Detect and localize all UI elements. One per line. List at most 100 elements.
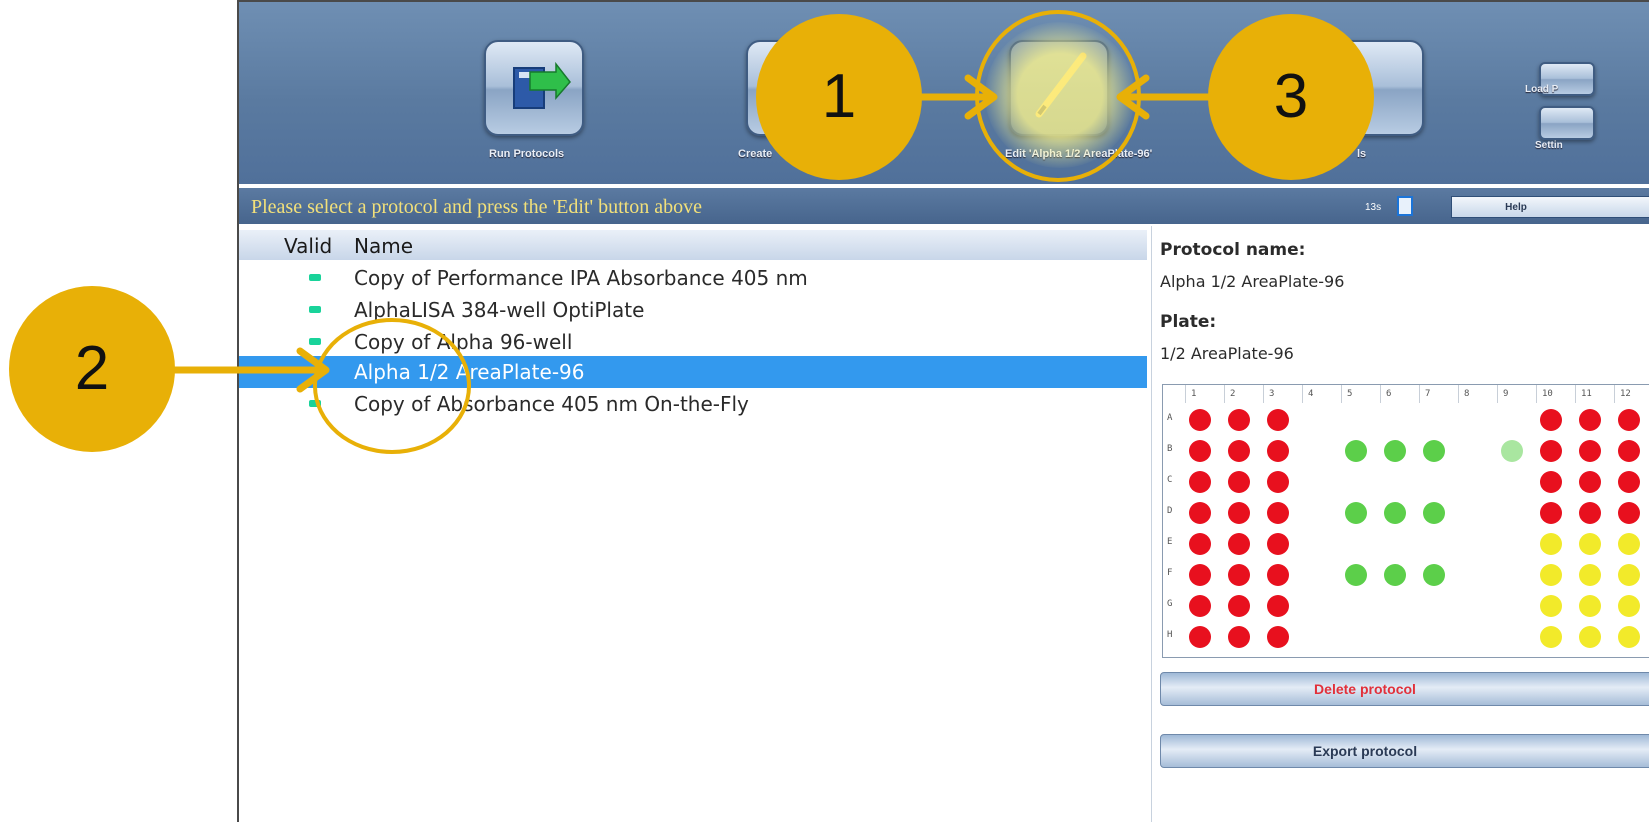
plate-well[interactable] xyxy=(1267,595,1289,617)
plate-well[interactable] xyxy=(1618,564,1640,586)
plate-well[interactable] xyxy=(1618,409,1640,431)
plate-well[interactable] xyxy=(1540,533,1562,555)
plate-column-divider xyxy=(1185,385,1186,403)
create-protocol-label: Create xyxy=(738,148,773,160)
plate-row-label: E xyxy=(1167,537,1173,547)
plate-well[interactable] xyxy=(1228,626,1250,648)
plate-well[interactable] xyxy=(1189,440,1211,462)
plate-well[interactable] xyxy=(1267,471,1289,493)
plate-well[interactable] xyxy=(1540,595,1562,617)
plate-well[interactable] xyxy=(1189,471,1211,493)
plate-column-divider xyxy=(1614,385,1615,403)
plate-well[interactable] xyxy=(1228,502,1250,524)
plate-row-label: F xyxy=(1167,568,1173,578)
plate-well[interactable] xyxy=(1423,564,1445,586)
valid-indicator-icon xyxy=(309,274,321,281)
plate-well[interactable] xyxy=(1228,471,1250,493)
help-button[interactable]: Help xyxy=(1451,196,1649,218)
plate-column-divider xyxy=(1458,385,1459,403)
plate-well[interactable] xyxy=(1579,595,1601,617)
plate-row-label: G xyxy=(1167,599,1173,609)
plate-well[interactable] xyxy=(1228,533,1250,555)
column-header-name[interactable]: Name xyxy=(354,234,413,258)
toolbar: Run Protocols Create Edit 'Alpha 1/2 Are… xyxy=(239,2,1649,184)
plate-column-label: 8 xyxy=(1464,389,1470,399)
plate-well[interactable] xyxy=(1579,440,1601,462)
plate-well[interactable] xyxy=(1579,626,1601,648)
edit-button-ring xyxy=(975,10,1141,182)
plate-well[interactable] xyxy=(1618,471,1640,493)
status-count: 13s xyxy=(1365,202,1382,213)
export-protocol-button[interactable]: Export protocol xyxy=(1160,734,1649,768)
plate-column-divider xyxy=(1419,385,1420,403)
plate-column-divider xyxy=(1380,385,1381,403)
list-header: Valid Name xyxy=(239,230,1147,260)
status-bar: Please select a protocol and press the '… xyxy=(239,188,1649,224)
plate-well[interactable] xyxy=(1618,533,1640,555)
plate-well[interactable] xyxy=(1423,440,1445,462)
protocol-name-value: Alpha 1/2 AreaPlate-96 xyxy=(1160,272,1345,291)
protocol-list: Valid Name Copy of Performance IPA Absor… xyxy=(239,226,1147,822)
column-header-valid[interactable]: Valid xyxy=(284,234,332,258)
callout-1: 1 xyxy=(756,14,922,180)
delete-protocol-button[interactable]: Delete protocol xyxy=(1160,672,1649,706)
plate-well[interactable] xyxy=(1384,440,1406,462)
plate-column-divider xyxy=(1536,385,1537,403)
plate-well[interactable] xyxy=(1501,440,1523,462)
valid-indicator-icon xyxy=(309,306,321,313)
plate-column-divider xyxy=(1341,385,1342,403)
plate-well[interactable] xyxy=(1228,409,1250,431)
plate-well[interactable] xyxy=(1189,409,1211,431)
plate-well[interactable] xyxy=(1267,502,1289,524)
tools-label: ls xyxy=(1357,148,1367,160)
plate-well[interactable] xyxy=(1189,595,1211,617)
plate-well[interactable] xyxy=(1618,502,1640,524)
plate-column-divider xyxy=(1263,385,1264,403)
plate-well[interactable] xyxy=(1540,409,1562,431)
settings-button[interactable] xyxy=(1539,106,1599,142)
plate-well[interactable] xyxy=(1267,533,1289,555)
plate-column-label: 12 xyxy=(1620,389,1631,399)
plate-column-label: 2 xyxy=(1230,389,1236,399)
plate-well[interactable] xyxy=(1384,564,1406,586)
settings-icon xyxy=(1539,106,1595,140)
plate-well[interactable] xyxy=(1579,564,1601,586)
plate-well[interactable] xyxy=(1345,440,1367,462)
plate-well[interactable] xyxy=(1423,502,1445,524)
plate-well[interactable] xyxy=(1384,502,1406,524)
plate-well[interactable] xyxy=(1579,409,1601,431)
plate-row-label: B xyxy=(1167,444,1173,454)
plate-map: 1 2 3 4 5 6 7 8 9 10 11 12 A B C D E F G H xyxy=(1162,384,1649,658)
plate-well[interactable] xyxy=(1345,502,1367,524)
plate-well[interactable] xyxy=(1228,564,1250,586)
plate-well[interactable] xyxy=(1189,502,1211,524)
plate-column-label: 11 xyxy=(1581,389,1592,399)
plate-well[interactable] xyxy=(1267,440,1289,462)
plate-well[interactable] xyxy=(1189,626,1211,648)
plate-column-label: 6 xyxy=(1386,389,1392,399)
plate-well[interactable] xyxy=(1618,595,1640,617)
plate-well[interactable] xyxy=(1540,440,1562,462)
plate-well[interactable] xyxy=(1540,471,1562,493)
status-message: Please select a protocol and press the '… xyxy=(251,196,702,218)
plate-well[interactable] xyxy=(1618,440,1640,462)
plate-well[interactable] xyxy=(1267,626,1289,648)
plate-well[interactable] xyxy=(1579,533,1601,555)
plate-well[interactable] xyxy=(1540,564,1562,586)
plate-well[interactable] xyxy=(1267,409,1289,431)
plate-well[interactable] xyxy=(1189,533,1211,555)
plate-well[interactable] xyxy=(1579,502,1601,524)
plate-well[interactable] xyxy=(1228,595,1250,617)
run-protocols-button[interactable] xyxy=(484,40,584,140)
plate-well[interactable] xyxy=(1189,564,1211,586)
plate-well[interactable] xyxy=(1345,564,1367,586)
plate-well[interactable] xyxy=(1267,564,1289,586)
plate-well[interactable] xyxy=(1540,626,1562,648)
settings-label: Settin xyxy=(1535,140,1563,151)
plate-well[interactable] xyxy=(1579,471,1601,493)
plate-well[interactable] xyxy=(1618,626,1640,648)
plate-row-label: A xyxy=(1167,413,1173,423)
plate-well[interactable] xyxy=(1540,502,1562,524)
plate-well[interactable] xyxy=(1228,440,1250,462)
list-item[interactable]: Copy of Performance IPA Absorbance 405 n… xyxy=(239,262,1147,294)
